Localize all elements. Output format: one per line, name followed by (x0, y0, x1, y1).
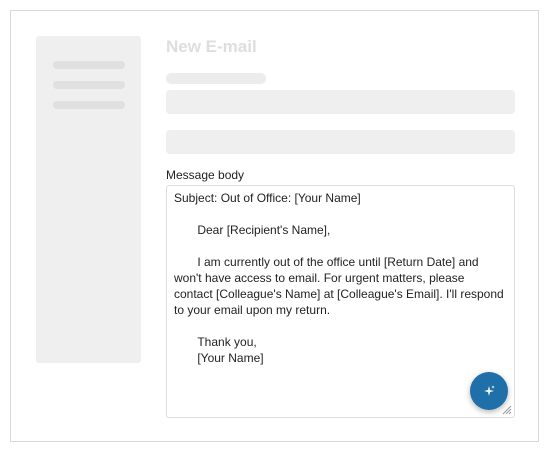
message-body-textarea[interactable]: Subject: Out of Office: [Your Name] Dear… (166, 185, 515, 418)
message-body-label: Message body (166, 168, 245, 182)
message-body-text[interactable]: Subject: Out of Office: [Your Name] Dear… (174, 190, 504, 366)
recipient-field-skeleton (166, 90, 515, 114)
ai-assist-button[interactable] (470, 372, 508, 410)
field-label-skeleton (166, 73, 266, 84)
subject-field-skeleton (166, 130, 515, 154)
resize-grip-icon[interactable] (502, 405, 512, 415)
sidebar-skeleton-line (53, 81, 125, 89)
sparkle-icon (484, 385, 495, 396)
sidebar-skeleton (36, 36, 141, 363)
sidebar-skeleton-line (53, 61, 125, 69)
page-title: New E-mail (166, 37, 257, 56)
sidebar-skeleton-line (53, 101, 125, 109)
